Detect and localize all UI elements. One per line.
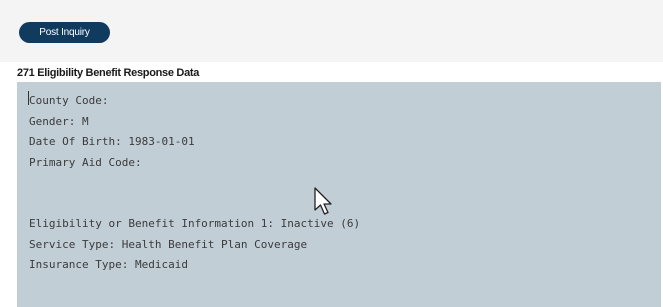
- response-line: [29, 173, 661, 194]
- mouse-pointer-icon: [314, 187, 332, 215]
- response-line: [29, 194, 661, 215]
- response-line: Service Type: Health Benefit Plan Covera…: [29, 237, 308, 251]
- section-title: 271 Eligibility Benefit Response Data: [17, 67, 200, 79]
- response-line: Primary Aid Code:: [29, 155, 142, 169]
- response-line: Eligibility or Benefit Information 1: In…: [29, 217, 361, 230]
- response-line: Date Of Birth: 1983-01-01: [29, 135, 195, 148]
- response-textarea[interactable]: County Code: Gender: M Date Of Birth: 19…: [17, 82, 661, 307]
- eligibility-page: Post Inquiry 271 Eligibility Benefit Res…: [0, 0, 663, 307]
- response-line: Insurance Type: Medicaid: [29, 258, 188, 271]
- response-line: Gender: M: [29, 114, 89, 128]
- text-caret: [28, 91, 29, 105]
- response-line: County Code:: [29, 94, 109, 107]
- post-inquiry-button[interactable]: Post Inquiry: [19, 22, 110, 43]
